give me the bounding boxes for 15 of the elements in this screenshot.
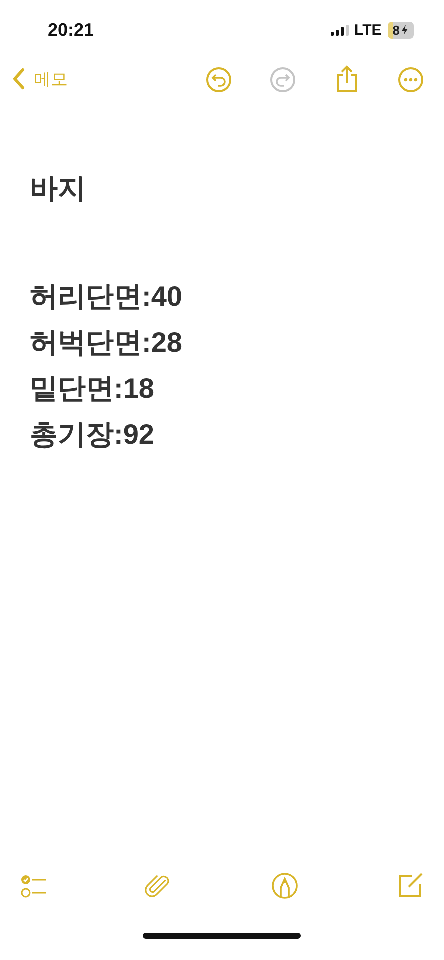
undo-icon[interactable] [206,65,232,93]
network-label: LTE [354,22,382,38]
pen-circle-icon[interactable] [270,872,299,900]
note-line: 허벅단면:28 [30,326,184,360]
signal-icon [330,24,349,36]
back-button[interactable]: 메모 [12,68,68,90]
chevron-icon [12,68,26,90]
more-icon[interactable] [398,65,424,93]
note-line: 밑단면:18 [30,372,156,406]
status-time: 20:21 [48,20,94,40]
note-line: 허리단면:40 [30,280,184,314]
note-title: 바지 [30,172,87,206]
share-icon[interactable] [334,65,360,93]
note-line: 총기장:92 [30,418,156,452]
battery-indicator: 8 [388,22,414,38]
